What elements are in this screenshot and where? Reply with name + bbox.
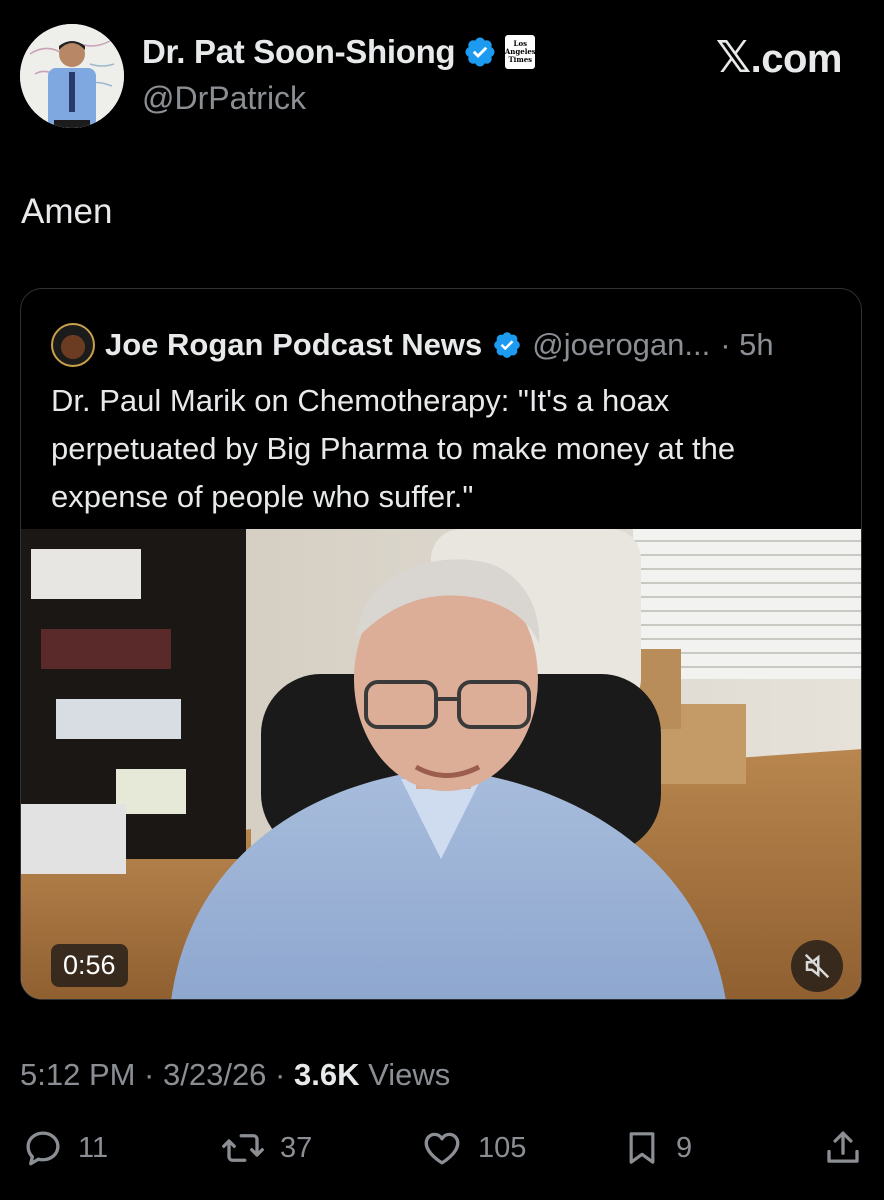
reply-button[interactable]: 11 [22,1127,108,1169]
repost-button[interactable]: 37 [220,1127,312,1169]
views-count: 3.6K [293,1057,360,1092]
like-button[interactable]: 105 [420,1127,526,1169]
quoted-author-handle[interactable]: @joerogan... [532,327,710,363]
action-bar: 11 37 105 9 [0,1127,884,1177]
bookmark-icon [629,1132,655,1164]
bookmark-button[interactable]: 9 [622,1127,692,1169]
share-button[interactable] [822,1127,864,1169]
author-display-name[interactable]: Dr. Pat Soon-Shiong [142,33,456,71]
reply-count: 11 [78,1131,109,1164]
like-count: 105 [478,1131,527,1164]
repost-icon [222,1134,264,1162]
quoted-post-card[interactable]: Joe Rogan Podcast News @joerogan... · 5h… [20,288,862,1000]
repost-count: 37 [280,1131,313,1164]
post-text: Amen [21,192,113,231]
mute-toggle-button[interactable] [791,940,843,992]
quoted-post-text: Dr. Paul Marik on Chemotherapy: "It's a … [51,383,736,514]
author-avatar[interactable] [20,24,124,128]
verified-badge-icon [463,35,497,69]
post-meta: 5:12 PM · 3/23/26 · 3.6K Views [20,1057,450,1093]
author-handle[interactable]: @DrPatrick [142,80,306,117]
x-logo-icon: 𝕏 [715,32,751,83]
views-label: Views [359,1057,451,1092]
verified-badge-icon [492,330,522,360]
like-icon [424,1132,460,1165]
video-duration: 0:56 [51,944,128,987]
quoted-author-display-name[interactable]: Joe Rogan Podcast News [105,327,482,363]
quoted-post-time: · 5h [720,327,774,362]
mute-icon [804,953,830,979]
site-label-text: .com [750,37,843,81]
author-name-row: Dr. Pat Soon-Shiong Los Angeles Times [142,33,536,71]
site-label: 𝕏.com [715,32,843,83]
video-player[interactable]: 0:56 [21,529,861,999]
reply-icon [26,1131,60,1166]
bookmark-count: 9 [676,1131,693,1164]
quoted-post-header: Joe Rogan Podcast News @joerogan... · 5h [51,323,774,367]
share-icon [827,1131,859,1163]
affiliation-badge-line: Times [508,55,533,64]
quoted-author-avatar[interactable] [51,323,95,367]
post-timestamp[interactable]: 5:12 PM · 3/23/26 · [20,1057,294,1092]
video-frame [21,529,861,999]
affiliation-badge[interactable]: Los Angeles Times [505,35,536,69]
